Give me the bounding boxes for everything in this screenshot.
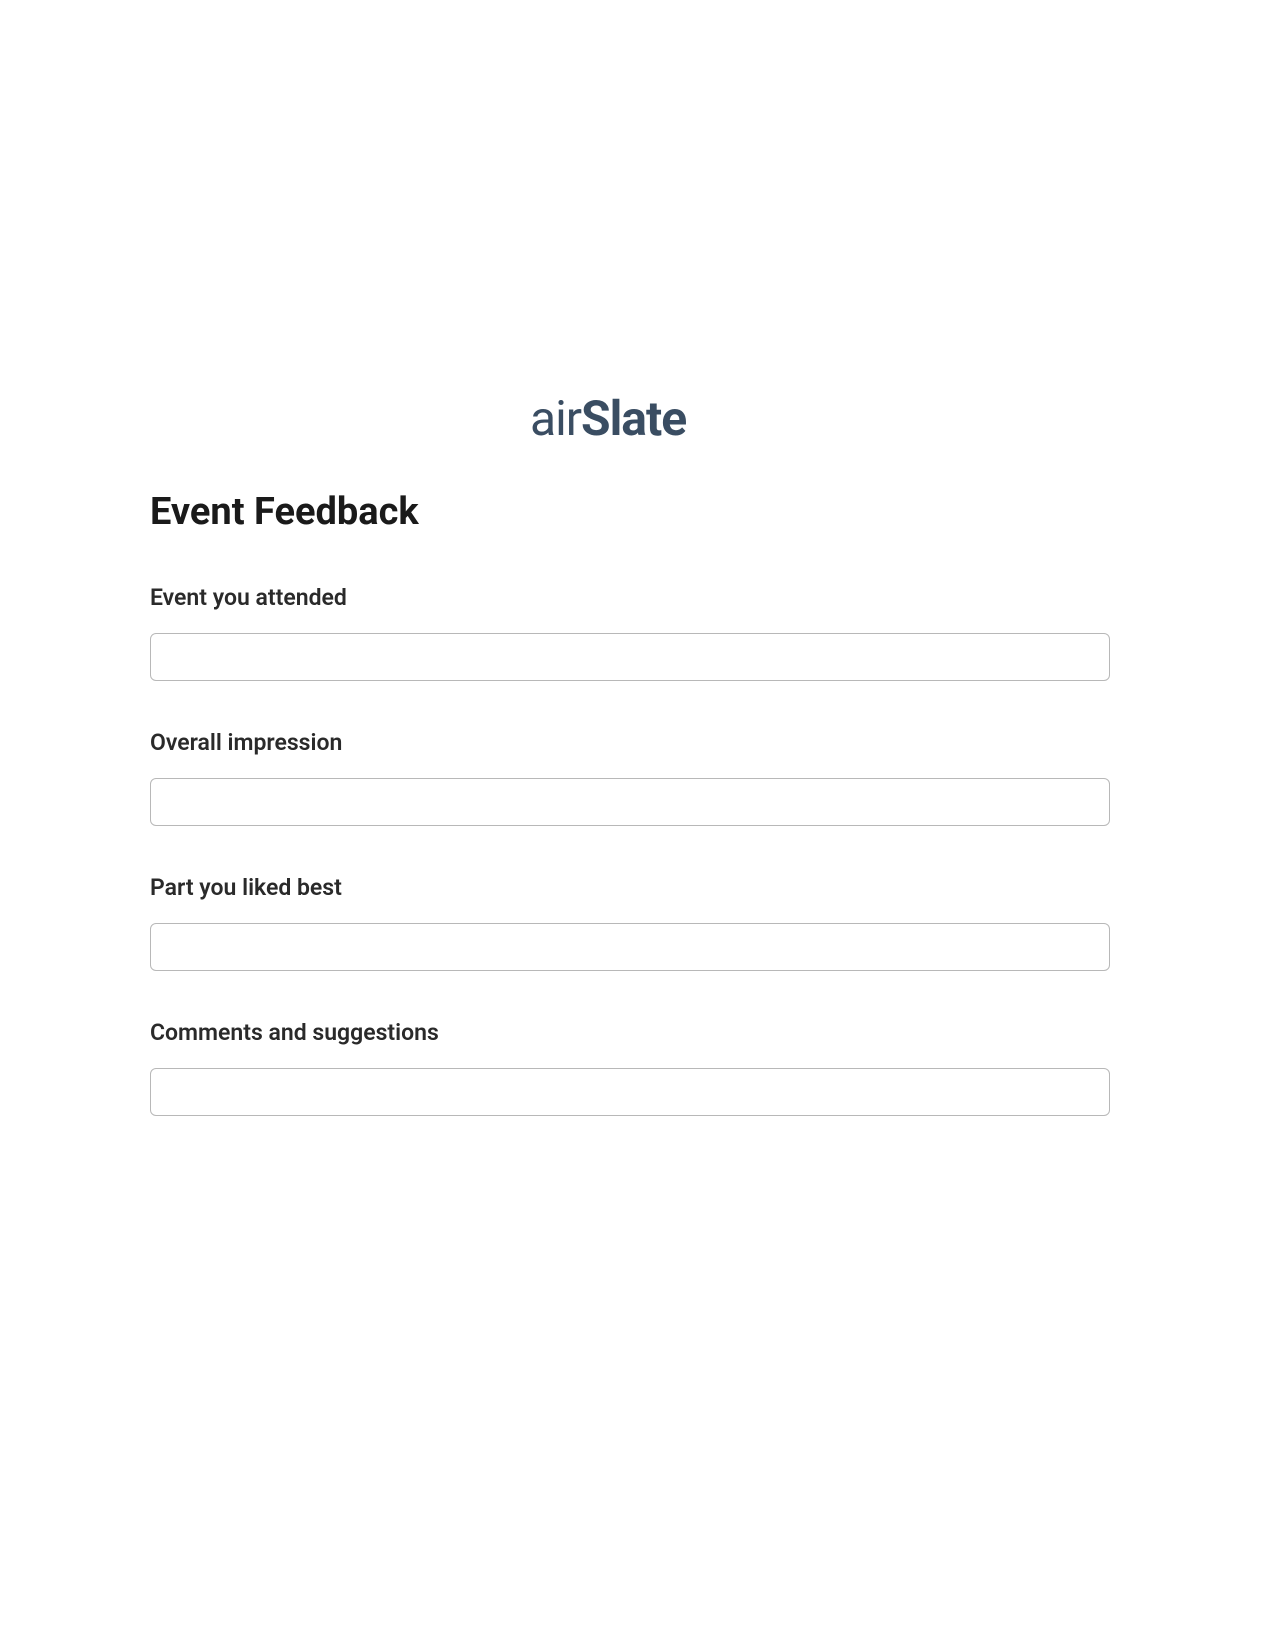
- field-comments: Comments and suggestions: [150, 1019, 1110, 1116]
- input-overall-impression[interactable]: [150, 778, 1110, 826]
- form-container: Event Feedback Event you attended Overal…: [150, 380, 1110, 1164]
- input-liked-best[interactable]: [150, 923, 1110, 971]
- label-comments: Comments and suggestions: [150, 1019, 1110, 1046]
- label-liked-best: Part you liked best: [150, 874, 1110, 901]
- label-event-attended: Event you attended: [150, 584, 1110, 611]
- field-overall-impression: Overall impression: [150, 729, 1110, 826]
- input-comments[interactable]: [150, 1068, 1110, 1116]
- label-overall-impression: Overall impression: [150, 729, 1110, 756]
- field-liked-best: Part you liked best: [150, 874, 1110, 971]
- page-title: Event Feedback: [150, 490, 1110, 534]
- input-event-attended[interactable]: [150, 633, 1110, 681]
- field-event-attended: Event you attended: [150, 584, 1110, 681]
